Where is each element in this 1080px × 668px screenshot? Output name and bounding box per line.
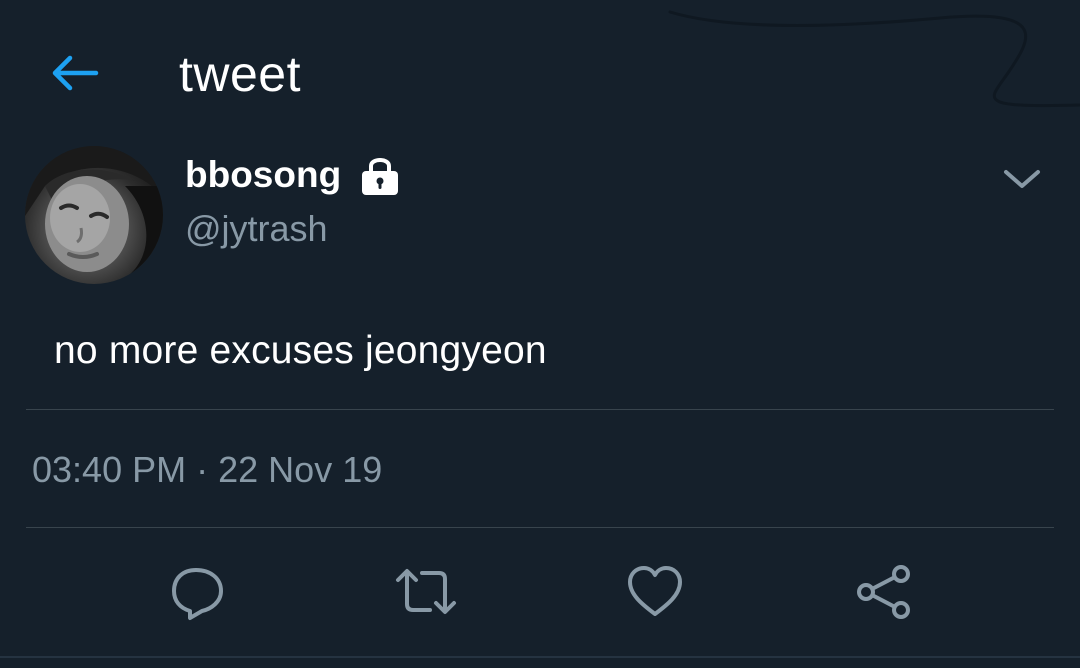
arrow-left-icon bbox=[52, 55, 99, 91]
share-button[interactable] bbox=[852, 560, 916, 624]
like-button[interactable] bbox=[623, 560, 687, 624]
tweet-actions bbox=[0, 560, 1080, 630]
bottom-divider bbox=[0, 656, 1080, 658]
reply-icon bbox=[172, 568, 223, 620]
tweet-menu-button[interactable] bbox=[1000, 164, 1044, 194]
lock-icon bbox=[359, 153, 401, 197]
reply-button[interactable] bbox=[166, 560, 230, 624]
tweet-timestamp: 03:40 PM · 22 Nov 19 bbox=[32, 448, 382, 492]
display-name-row: bbosong bbox=[185, 153, 401, 197]
profile-photo bbox=[25, 146, 163, 284]
retweet-icon bbox=[396, 569, 456, 614]
user-handle[interactable]: @jytrash bbox=[185, 207, 328, 251]
page-title: tweet bbox=[179, 46, 302, 102]
tweet-time: 03:40 PM bbox=[32, 449, 187, 490]
divider bbox=[26, 409, 1054, 410]
back-button[interactable] bbox=[48, 50, 102, 96]
tweet-date: 22 Nov 19 bbox=[218, 449, 383, 490]
top-bar: tweet bbox=[0, 0, 1080, 140]
display-name[interactable]: bbosong bbox=[185, 153, 341, 197]
tweet-text: no more excuses jeongyeon bbox=[54, 329, 547, 372]
avatar[interactable] bbox=[25, 146, 163, 284]
retweet-button[interactable] bbox=[394, 560, 458, 624]
timestamp-separator: · bbox=[196, 449, 209, 490]
like-icon bbox=[628, 566, 682, 616]
tweet-author: bbosong @jytrash bbox=[0, 140, 1080, 290]
share-icon bbox=[857, 565, 910, 619]
chevron-down-icon bbox=[1004, 170, 1040, 188]
divider bbox=[26, 527, 1054, 528]
